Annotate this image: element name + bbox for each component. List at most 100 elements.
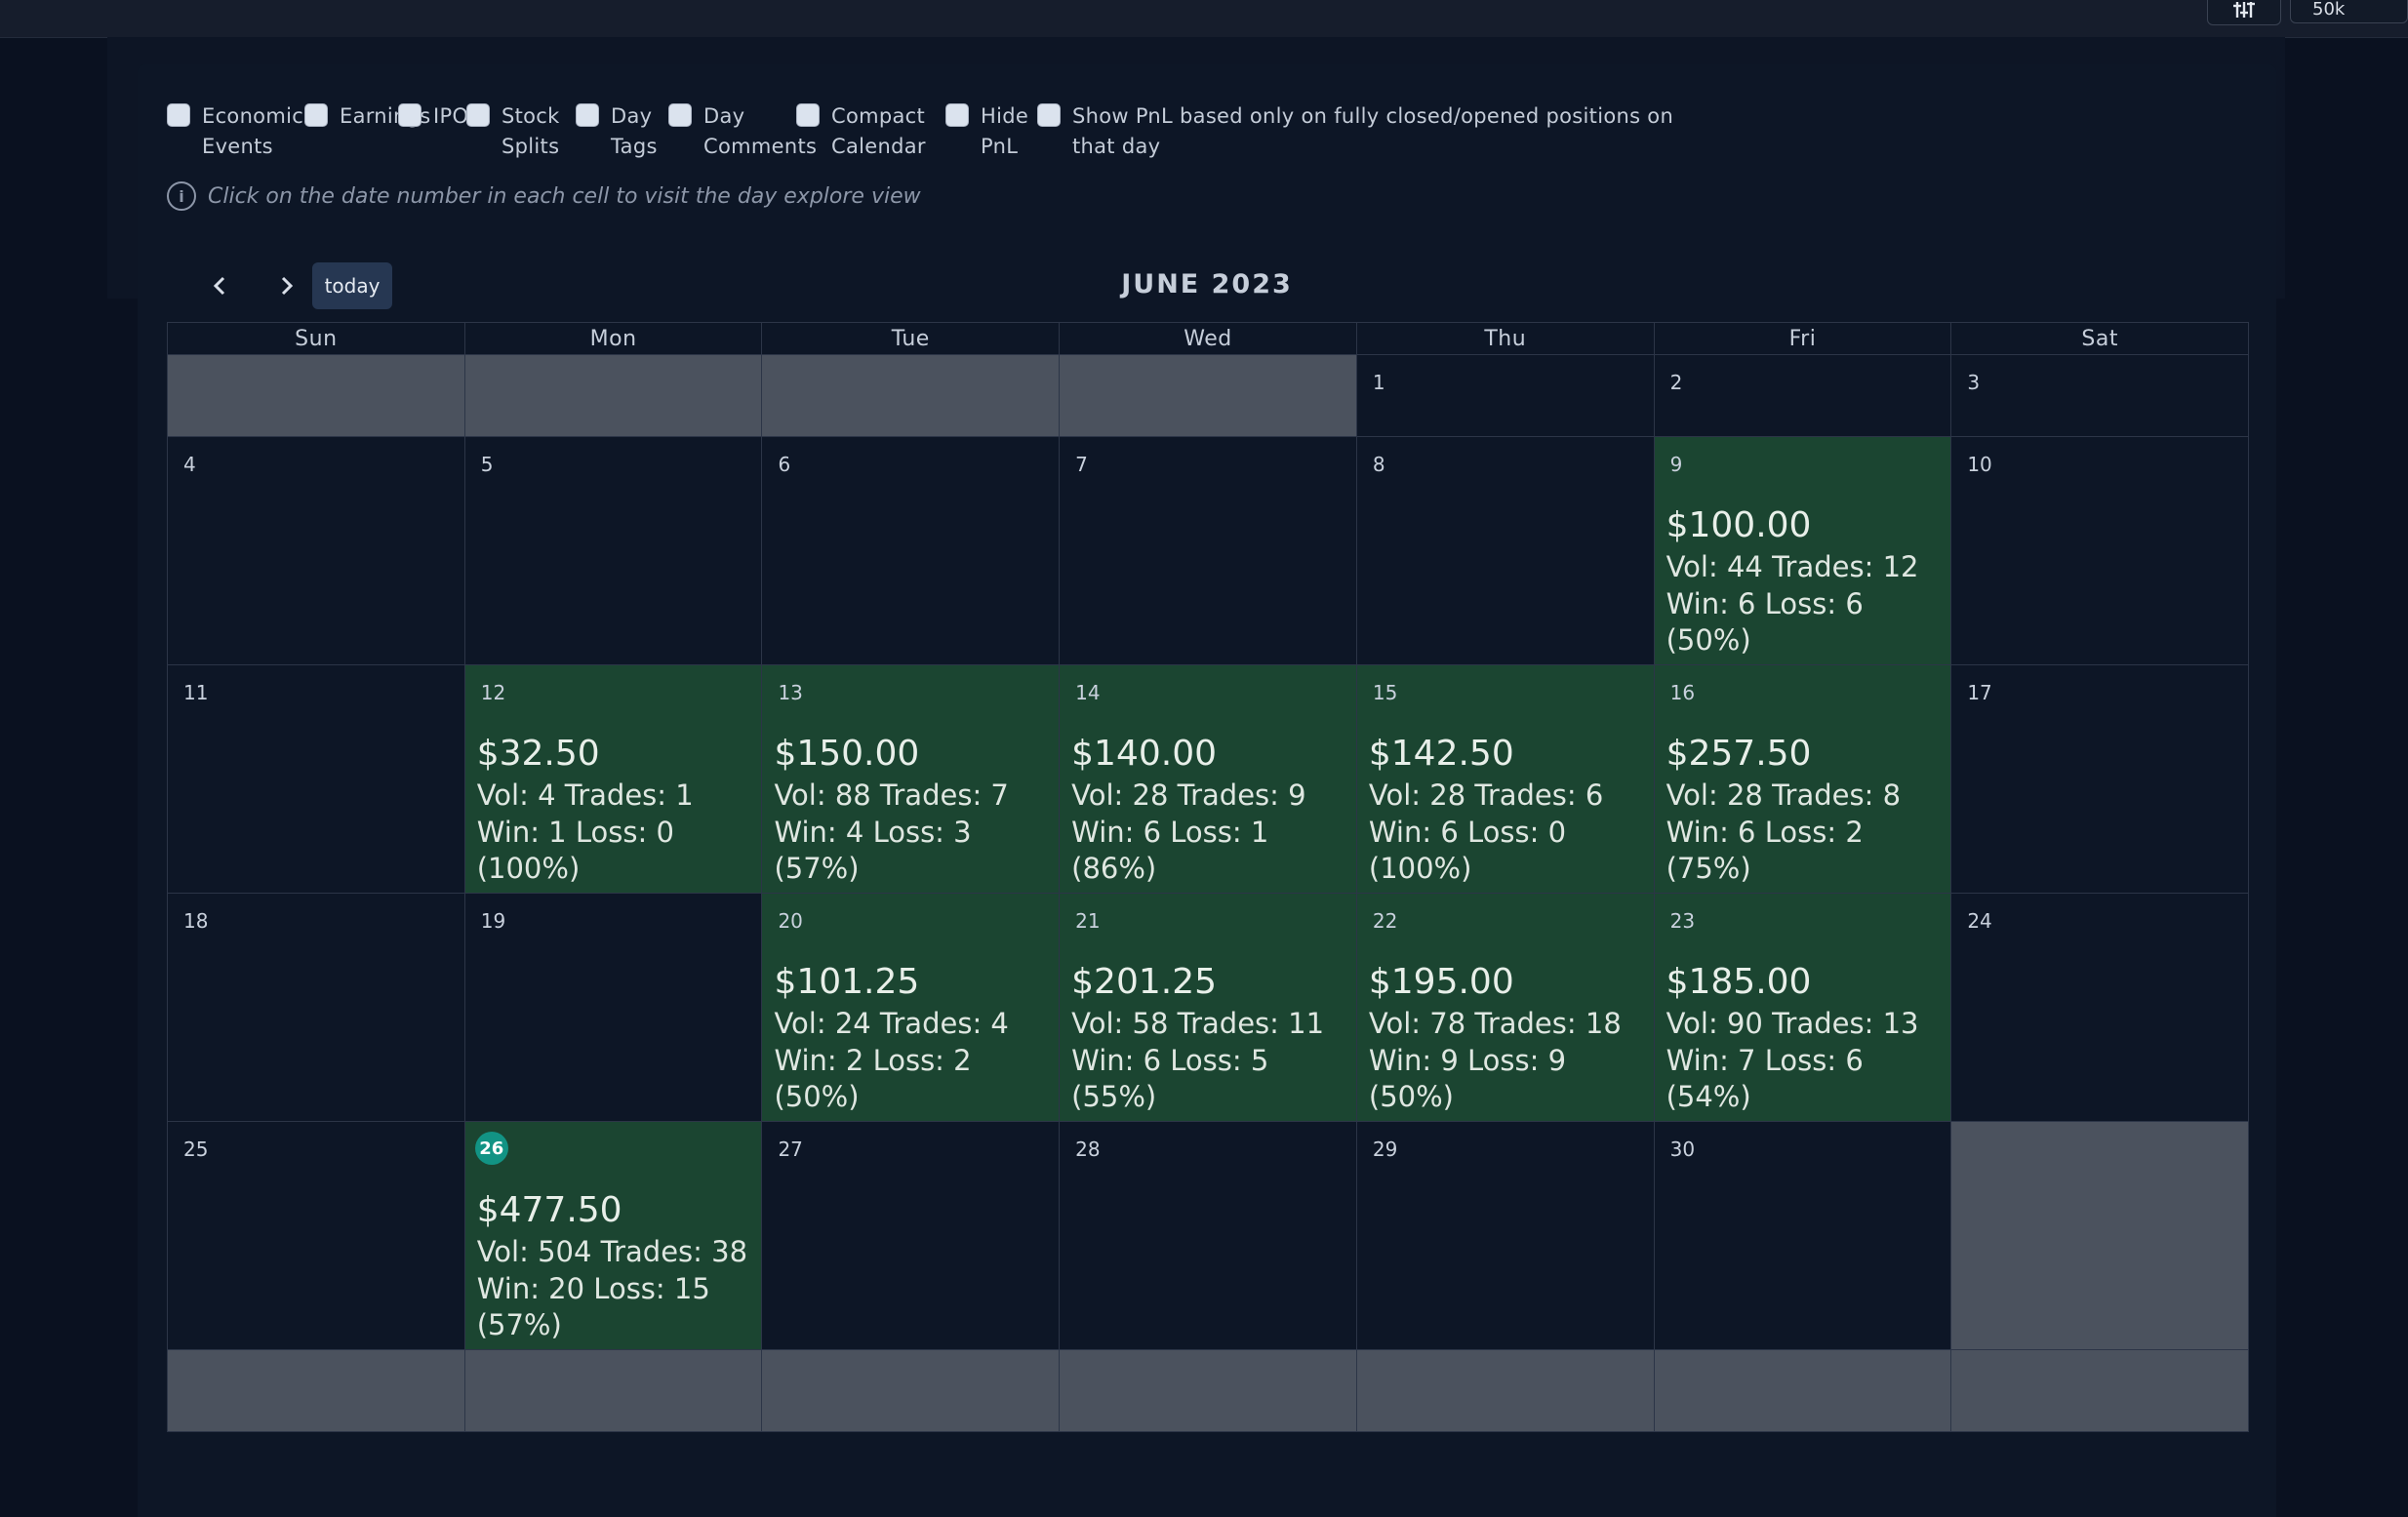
day-number[interactable]: 3	[1967, 371, 1980, 394]
day-number[interactable]: 9	[1670, 453, 1683, 476]
day-stat-line: Vol: 44 Trades: 12	[1666, 550, 1919, 583]
day-stat-line: Vol: 88 Trades: 7	[774, 778, 1009, 812]
day-number[interactable]: 20	[778, 909, 802, 933]
day-cell: 29	[1356, 1122, 1655, 1350]
day-number[interactable]: 13	[778, 681, 802, 704]
day-stats: Vol: 88 Trades: 7 Win: 4 Loss: 3 (57%)	[774, 778, 1008, 888]
empty-day-cell	[464, 355, 763, 437]
day-stats: Vol: 58 Trades: 11 Win: 6 Loss: 5 (55%)	[1071, 1006, 1324, 1116]
day-stats: Vol: 28 Trades: 6 Win: 6 Loss: 0 (100%)	[1369, 778, 1603, 888]
month-title: JUNE 2023	[1121, 269, 1293, 299]
option-3[interactable]: Stock Splits	[466, 101, 560, 162]
day-number[interactable]: 24	[1967, 909, 1991, 933]
option-checkbox[interactable]	[304, 103, 328, 127]
option-4[interactable]: Day Tags	[576, 101, 658, 162]
day-number[interactable]: 15	[1373, 681, 1397, 704]
option-label: Stock Splits	[502, 104, 560, 158]
day-number[interactable]: 26	[474, 1132, 508, 1165]
day-cell: 26 $477.50 Vol: 504 Trades: 38 Win: 20 Loss…	[464, 1122, 763, 1350]
option-checkbox[interactable]	[466, 103, 490, 127]
day-number[interactable]: 22	[1373, 909, 1397, 933]
option-label: Hide PnL	[981, 104, 1029, 158]
day-number[interactable]: 14	[1075, 681, 1100, 704]
option-7[interactable]: Hide PnL	[945, 101, 1028, 162]
day-cell: 1	[1356, 355, 1655, 437]
weekday-mon: Mon	[464, 323, 763, 355]
day-number[interactable]: 21	[1075, 909, 1100, 933]
day-cell: 18	[168, 894, 465, 1122]
option-5[interactable]: Day Comments	[668, 101, 817, 162]
day-stat-line: Win: 2 Loss: 2	[774, 1043, 972, 1077]
day-stat-line: Vol: 28 Trades: 8	[1666, 778, 1902, 812]
day-cell: 8	[1356, 437, 1655, 665]
empty-day-cell	[1060, 355, 1357, 437]
day-number[interactable]: 18	[183, 909, 208, 933]
option-label: Economic Events	[202, 104, 304, 158]
day-cell: 19	[464, 894, 763, 1122]
option-checkbox[interactable]	[398, 103, 421, 127]
day-pnl: $100.00	[1666, 505, 1812, 545]
empty-day-cell	[762, 1350, 1061, 1432]
day-number[interactable]: 16	[1670, 681, 1695, 704]
option-label: Compact Calendar	[831, 104, 926, 158]
day-stat-line: Vol: 28 Trades: 6	[1368, 778, 1604, 812]
day-number[interactable]: 29	[1373, 1138, 1397, 1161]
day-stats: Vol: 44 Trades: 12 Win: 6 Loss: 6 (50%)	[1666, 549, 1919, 659]
day-cell: 30	[1654, 1122, 1952, 1350]
day-cell: 13 $150.00 Vol: 88 Trades: 7 Win: 4 Loss: 3…	[762, 665, 1061, 894]
day-number[interactable]: 12	[481, 681, 505, 704]
day-pnl: $257.50	[1666, 734, 1812, 774]
empty-day-cell	[1356, 1350, 1655, 1432]
weekday-tue: Tue	[762, 323, 1061, 355]
day-stat-line: Win: 6 Loss: 1	[1071, 815, 1269, 849]
day-stats: Vol: 24 Trades: 4 Win: 2 Loss: 2 (50%)	[774, 1006, 1008, 1116]
day-number[interactable]: 28	[1075, 1138, 1100, 1161]
day-number[interactable]: 10	[1967, 453, 1991, 476]
day-number[interactable]: 30	[1670, 1138, 1695, 1161]
day-number[interactable]: 8	[1373, 453, 1385, 476]
day-number[interactable]: 19	[481, 909, 505, 933]
calendar-panel: Economic Events Earnings IPOs Stock Splits Day…	[138, 64, 2276, 1517]
day-pnl: $477.50	[476, 1190, 622, 1230]
empty-day-cell	[1951, 1122, 2250, 1350]
option-8[interactable]: Show PnL based only on fully closed/open…	[1037, 101, 1673, 162]
day-cell: 6	[762, 437, 1061, 665]
day-cell: 12 $32.50 Vol: 4 Trades: 1 Win: 1 Loss: 0 (1…	[464, 665, 763, 894]
day-number[interactable]: 7	[1075, 453, 1088, 476]
option-checkbox[interactable]	[945, 103, 969, 127]
day-number[interactable]: 5	[481, 453, 494, 476]
day-number[interactable]: 23	[1670, 909, 1695, 933]
day-number[interactable]: 27	[778, 1138, 802, 1161]
day-cell: 3	[1951, 355, 2250, 437]
day-stats: Vol: 504 Trades: 38 Win: 20 Loss: 15 (57%)	[477, 1234, 747, 1344]
day-stat-line: (57%)	[774, 852, 860, 885]
day-pnl: $201.25	[1071, 962, 1218, 1002]
weekday-sun: Sun	[168, 323, 465, 355]
day-number[interactable]: 1	[1373, 371, 1385, 394]
option-0[interactable]: Economic Events	[167, 101, 303, 162]
option-checkbox[interactable]	[668, 103, 692, 127]
day-stat-line: Vol: 24 Trades: 4	[774, 1007, 1009, 1040]
day-stat-line: (57%)	[476, 1308, 562, 1341]
option-6[interactable]: Compact Calendar	[796, 101, 926, 162]
empty-day-cell	[168, 1350, 465, 1432]
day-number[interactable]: 25	[183, 1138, 208, 1161]
day-stat-line: Win: 20 Loss: 15	[476, 1271, 710, 1305]
option-checkbox[interactable]	[167, 103, 190, 127]
day-number[interactable]: 6	[778, 453, 790, 476]
day-stat-line: (100%)	[1368, 852, 1472, 885]
day-number[interactable]: 2	[1670, 371, 1683, 394]
day-number[interactable]: 17	[1967, 681, 1991, 704]
day-cell: 15 $142.50 Vol: 28 Trades: 6 Win: 6 Loss: 0…	[1356, 665, 1655, 894]
day-cell: 7	[1060, 437, 1357, 665]
option-checkbox[interactable]	[1037, 103, 1061, 127]
day-number[interactable]: 11	[183, 681, 208, 704]
account-size-select[interactable]: 50k	[2290, 0, 2408, 23]
day-stat-line: Vol: 78 Trades: 18	[1368, 1007, 1622, 1040]
day-number[interactable]: 4	[183, 453, 196, 476]
day-cell: 10	[1951, 437, 2250, 665]
option-checkbox[interactable]	[796, 103, 820, 127]
option-checkbox[interactable]	[576, 103, 599, 127]
sliders-icon[interactable]	[2207, 0, 2281, 25]
weekday-wed: Wed	[1060, 323, 1357, 355]
